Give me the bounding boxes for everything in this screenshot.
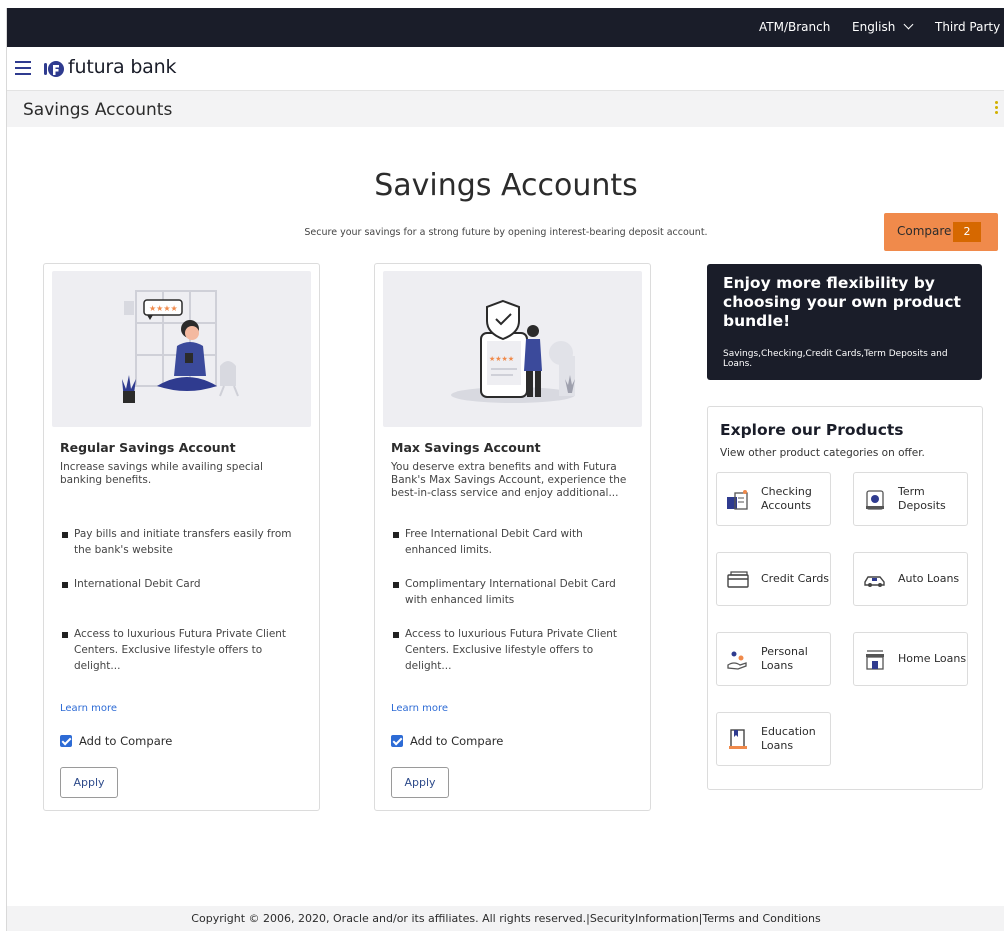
compare-label: Compare — [897, 224, 952, 238]
category-home-loans[interactable]: Home Loans — [853, 632, 968, 686]
feature-item: Pay bills and initiate transfers easily … — [60, 526, 305, 576]
language-selector[interactable]: English — [852, 19, 914, 34]
personal-loan-icon — [727, 651, 747, 670]
category-personal-loans[interactable]: Personal Loans — [716, 632, 831, 686]
credit-card-icon — [727, 571, 749, 588]
feature-item: Access to luxurious Futura Private Clien… — [60, 626, 305, 676]
category-label: Term Deposits — [898, 485, 946, 512]
feature-item: Free International Debit Card with enhan… — [391, 526, 636, 576]
footer: Copyright © 2006, 2020, Oracle and/or it… — [7, 906, 1004, 931]
regular-savings-illustration: ★★★★ — [52, 271, 311, 427]
product-name: Max Savings Account — [391, 440, 541, 455]
third-party-menu[interactable]: Third Party — [935, 20, 1004, 34]
learn-more-link[interactable]: Learn more — [391, 703, 448, 714]
brand-name[interactable]: futura bank — [68, 56, 176, 78]
education-icon — [729, 729, 747, 749]
max-savings-illustration: ★★★★ — [383, 271, 642, 427]
category-label: Auto Loans — [898, 572, 960, 585]
category-label: Credit Cards — [761, 572, 830, 585]
futura-logo-icon — [44, 61, 64, 77]
add-to-compare-label: Add to Compare — [410, 734, 504, 748]
add-to-compare-checkbox[interactable]: Add to Compare — [391, 734, 503, 748]
product-name: Regular Savings Account — [60, 440, 236, 455]
promo-heading: Enjoy more flexibility by choosing your … — [723, 274, 961, 330]
feature-list: Free International Debit Card with enhan… — [391, 526, 636, 676]
feature-item: Access to luxurious Futura Private Clien… — [391, 626, 636, 676]
app-frame: ATM/Branch English Third Party futura ba… — [6, 8, 1004, 931]
category-credit-cards[interactable]: Credit Cards — [716, 552, 831, 606]
car-icon — [864, 576, 885, 587]
explore-products-panel: Explore our Products View other product … — [707, 406, 983, 790]
category-term-deposits[interactable]: Term Deposits — [853, 472, 968, 526]
bundle-promo-banner[interactable]: Enjoy more flexibility by choosing your … — [707, 264, 982, 380]
category-label: Checking Accounts — [761, 485, 812, 512]
page-title: Savings Accounts — [23, 100, 173, 120]
product-card-max-savings: ★★★★ Max Savings Account You deserve ext… — [374, 263, 651, 811]
hero-subtitle: Secure your savings for a strong future … — [304, 227, 708, 238]
product-card-regular-savings: ★★★★ Regular Savings Account Increase sa… — [43, 263, 320, 811]
third-party-label: Third Party — [935, 20, 1001, 34]
compare-button[interactable]: Compare 2 — [884, 213, 998, 251]
explore-subheading: View other product categories on offer. — [720, 447, 925, 459]
apply-button[interactable]: Apply — [391, 767, 449, 798]
product-description: You deserve extra benefits and with Futu… — [391, 461, 627, 499]
category-checking-accounts[interactable]: Checking Accounts — [716, 472, 831, 526]
category-label: Home Loans — [898, 652, 967, 665]
add-to-compare-checkbox[interactable]: Add to Compare — [60, 734, 172, 748]
language-label: English — [852, 20, 896, 34]
chevron-down-icon — [903, 19, 914, 30]
compare-count-badge: 2 — [953, 222, 981, 242]
category-label: Education Loans — [761, 725, 816, 752]
checking-icon — [727, 490, 748, 510]
term-deposit-icon — [866, 490, 884, 510]
hero-title: Savings Accounts — [374, 168, 638, 203]
learn-more-link[interactable]: Learn more — [60, 703, 117, 714]
feature-list: Pay bills and initiate transfers easily … — [60, 526, 305, 676]
home-icon — [866, 650, 884, 670]
category-auto-loans[interactable]: Auto Loans — [853, 552, 968, 606]
footer-copyright[interactable]: Copyright © 2006, 2020, Oracle and/or it… — [191, 912, 820, 925]
category-education-loans[interactable]: Education Loans — [716, 712, 831, 766]
more-options-icon[interactable] — [995, 101, 999, 117]
page-title-bar: Savings Accounts — [7, 91, 1004, 127]
hamburger-menu-icon[interactable] — [15, 61, 31, 75]
svg-text:★★★★: ★★★★ — [149, 304, 178, 313]
explore-heading: Explore our Products — [720, 421, 904, 439]
brand-bar: futura bank — [7, 47, 1004, 91]
top-nav-bar: ATM/Branch English Third Party — [7, 8, 1004, 47]
product-description: Increase savings while availing special … — [60, 461, 263, 486]
feature-item: International Debit Card — [60, 576, 305, 626]
atm-branch-link[interactable]: ATM/Branch — [759, 20, 830, 34]
feature-item: Complimentary International Debit Card w… — [391, 576, 636, 626]
checkbox-checked-icon[interactable] — [60, 735, 72, 747]
promo-text: Savings,Checking,Credit Cards,Term Depos… — [723, 349, 948, 369]
checkbox-checked-icon[interactable] — [391, 735, 403, 747]
apply-button[interactable]: Apply — [60, 767, 118, 798]
category-label: Personal Loans — [761, 645, 808, 672]
add-to-compare-label: Add to Compare — [79, 734, 173, 748]
svg-text:★★★★: ★★★★ — [489, 355, 514, 363]
